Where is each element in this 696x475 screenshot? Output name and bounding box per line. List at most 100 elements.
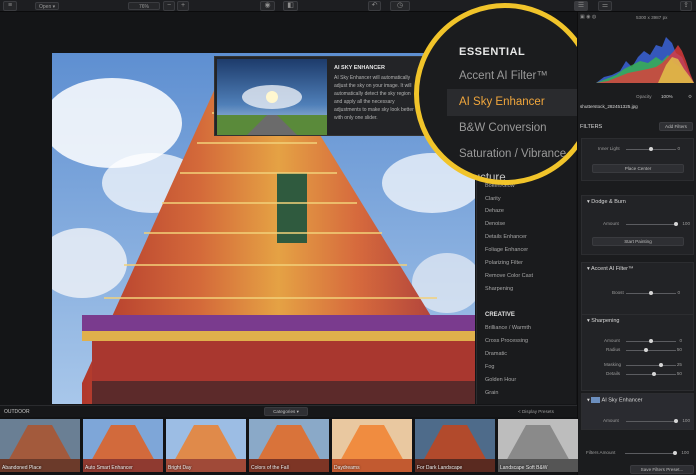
look-label: Bright Day xyxy=(168,465,192,471)
sharpening-row-label: Amount xyxy=(604,338,620,343)
zoom-in-button[interactable]: + xyxy=(177,1,189,11)
filter-item-fog[interactable]: Fog xyxy=(485,364,494,370)
filters-amount-label: Filters Amount xyxy=(586,450,616,455)
opacity-label: Opacity xyxy=(636,94,652,99)
display-presets-link[interactable]: < Display Presets xyxy=(518,409,554,414)
save-filters-preset-button[interactable]: Save Filters Preset... xyxy=(630,465,694,474)
look-label: Auto Smart Enhancer xyxy=(85,465,133,471)
categories-label: Categories xyxy=(273,409,296,414)
sharpening-row-label: Radius xyxy=(606,347,621,352)
sky-enhancer-title[interactable]: ▾ AI Sky Enhancer xyxy=(587,397,643,403)
sharpening-details-knob[interactable] xyxy=(651,372,656,376)
sharpening-amount-knob[interactable] xyxy=(649,339,653,343)
add-filters-button[interactable]: Add Filters xyxy=(659,122,693,131)
zoom-out-button[interactable]: − xyxy=(163,1,175,11)
filters-menu: Bokeh/Glow Clarity Dehaze Denoise Detail… xyxy=(476,150,576,404)
looks-category-label: OUTDOOR xyxy=(4,409,30,415)
histogram xyxy=(596,27,694,83)
filter-item-denoise[interactable]: Denoise xyxy=(485,221,505,227)
inner-light-value: 0 xyxy=(677,146,680,151)
zoom-select[interactable]: 76% xyxy=(128,2,160,10)
sky-amount-value: 100 xyxy=(682,418,690,423)
look-label: For Dark Landscape xyxy=(417,465,463,471)
sharpening-masking-knob[interactable] xyxy=(659,363,663,367)
look-thumbnail[interactable]: For Dark Landscape xyxy=(415,419,495,472)
sky-amount-track[interactable] xyxy=(626,421,676,422)
sky-enhancer-title-text: AI Sky Enhancer xyxy=(601,397,643,404)
looks-header: OUTDOOR Categories ▾ < Display Presets xyxy=(0,405,577,417)
sharpening-radius-knob[interactable] xyxy=(644,348,648,352)
filter-item-sharpening[interactable]: Sharpening xyxy=(485,286,513,292)
menu-bw-conversion[interactable]: B&W Conversion xyxy=(459,122,547,134)
sky-amount-label: Amount xyxy=(603,418,619,423)
filter-item-clarity[interactable]: Clarity xyxy=(485,196,501,202)
boost-label: Boost xyxy=(612,290,624,295)
place-center-button[interactable]: Place Center xyxy=(592,164,684,173)
compare-icon[interactable]: ◧ xyxy=(283,1,298,11)
magnifier-callout: ESSENTIAL Accent AI Filter™ AI Sky Enhan… xyxy=(414,3,596,185)
right-panel: ▣ ◉ ◍ 5300 x 3987 px shutterstock_282451… xyxy=(577,12,696,475)
look-thumbnail[interactable]: Abandoned Place xyxy=(0,419,80,472)
share-icon[interactable]: ⇪ xyxy=(680,1,692,11)
tooltip-preview-image xyxy=(217,59,327,135)
look-label: Daydreams xyxy=(334,465,360,471)
dodge-burn-title-text: Dodge & Burn xyxy=(591,199,626,205)
look-thumbnail[interactable]: Auto Smart Enhancer xyxy=(83,419,163,472)
image-dimensions: 5300 x 3987 px xyxy=(636,15,668,20)
filters-label: FILTERS xyxy=(580,124,603,130)
file-name: shutterstock_282451325.jpg xyxy=(580,104,638,109)
sharpening-title[interactable]: ▾ Sharpening xyxy=(587,318,619,324)
history-icon[interactable]: ◷ xyxy=(390,1,410,11)
look-thumbnail[interactable]: Landscape Soft B&W xyxy=(498,419,578,472)
look-thumbnail[interactable]: Bright Day xyxy=(166,419,246,472)
filter-item-color-cast[interactable]: Remove Color Cast xyxy=(485,273,533,279)
boost-slider-knob[interactable] xyxy=(649,291,653,295)
accent-ai-title[interactable]: ▾ Accent AI Filter™ xyxy=(587,266,634,272)
essential-heading: ESSENTIAL xyxy=(459,46,526,58)
opacity-value[interactable]: 100% xyxy=(661,94,673,99)
look-thumbnail[interactable]: Daydreams xyxy=(332,419,412,472)
menu-accent-ai-filter[interactable]: Accent AI Filter™ xyxy=(459,70,548,82)
layer-settings-icon[interactable]: ⚙ xyxy=(688,94,692,100)
menu-icon[interactable]: ≡ xyxy=(3,1,17,11)
filter-section-dodge-burn: ▾ Dodge & Burn Amount 100 Start Painting xyxy=(581,195,694,255)
undo-icon[interactable]: ↶ xyxy=(368,1,381,11)
filter-item-dramatic[interactable]: Dramatic xyxy=(485,351,507,357)
inner-light-label: Inner Light xyxy=(598,146,620,151)
filter-section-vignette: Inner Light 0 Place Center xyxy=(581,138,694,181)
accent-ai-title-text: Accent AI Filter™ xyxy=(591,266,634,272)
filter-item-cross-processing[interactable]: Cross Processing xyxy=(485,338,528,344)
dodge-burn-amount-value: 100 xyxy=(682,221,690,226)
histogram-toolbar-icons[interactable]: ▣ ◉ ◍ xyxy=(580,14,596,20)
filters-amount-track[interactable] xyxy=(625,453,675,454)
look-label: Abandoned Place xyxy=(2,465,42,471)
categories-dropdown[interactable]: Categories ▾ xyxy=(264,407,308,416)
menu-ai-sky-enhancer[interactable]: AI Sky Enhancer xyxy=(459,96,545,108)
filter-item-golden-hour[interactable]: Golden Hour xyxy=(485,377,516,383)
creative-heading: CREATIVE xyxy=(485,312,515,318)
sky-thumb-icon xyxy=(591,397,601,403)
filter-item-grain[interactable]: Grain xyxy=(485,390,498,396)
inner-light-slider-knob[interactable] xyxy=(649,147,653,151)
sharpening-row-label: Details xyxy=(606,371,621,376)
filter-section-accent-ai: ▾ Accent AI Filter™ Boost 0 xyxy=(581,262,694,315)
open-label: Open xyxy=(39,4,52,10)
tooltip-body: AI Sky Enhancer will automatically adjus… xyxy=(334,75,414,121)
looks-strip: Abandoned Place Auto Smart Enhancer Brig… xyxy=(0,417,578,475)
dodge-burn-amount-track[interactable] xyxy=(626,224,676,225)
menu-saturation-vibrance[interactable]: Saturation / Vibrance xyxy=(459,148,566,160)
look-label: Landscape Soft B&W xyxy=(500,465,548,471)
filter-item-dehaze[interactable]: Dehaze xyxy=(485,208,504,214)
layers-icon[interactable]: ☰ xyxy=(574,1,588,11)
look-thumbnail[interactable]: Colors of the Fall xyxy=(249,419,329,472)
filter-item-polarizing[interactable]: Polarizing Filter xyxy=(485,260,523,266)
adjustments-icon[interactable]: ⚌ xyxy=(598,1,612,11)
filter-item-details[interactable]: Details Enhancer xyxy=(485,234,527,240)
dodge-burn-title[interactable]: ▾ Dodge & Burn xyxy=(587,199,626,205)
sharpening-row-value: 25 xyxy=(676,362,682,367)
open-button[interactable]: Open ▾ xyxy=(35,2,60,10)
filter-item-brilliance[interactable]: Brilliance / Warmth xyxy=(485,325,531,331)
start-painting-button[interactable]: Start Painting xyxy=(592,237,684,246)
filter-item-foliage[interactable]: Foliage Enhancer xyxy=(485,247,528,253)
eye-icon[interactable]: ◉ xyxy=(260,1,275,11)
